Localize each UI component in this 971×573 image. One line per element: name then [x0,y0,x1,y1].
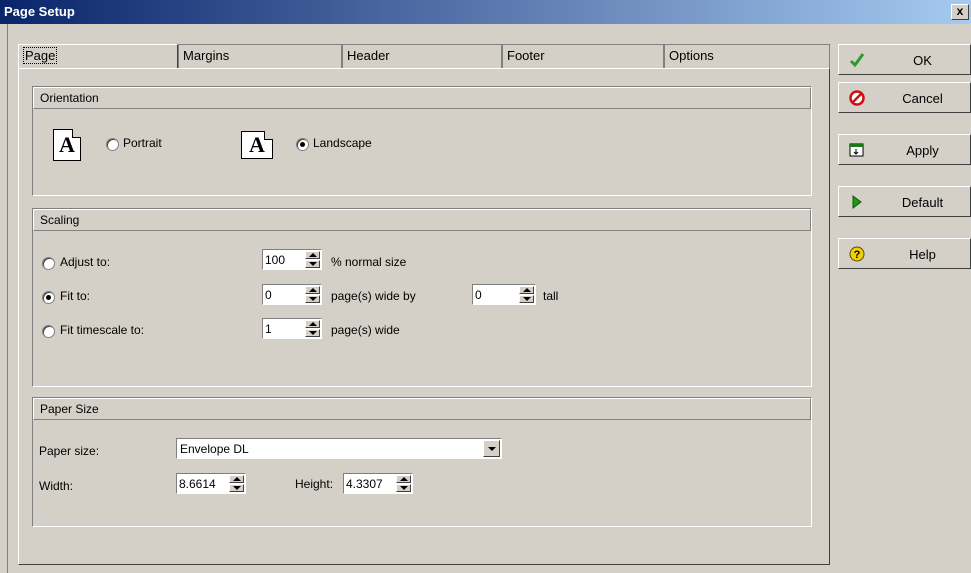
paper-size-label: Paper size: [39,444,100,458]
adjust-input[interactable] [265,252,301,267]
adjust-label: Adjust to: [60,255,111,269]
command-sidebar: OK Cancel Apply Default ? Help [838,44,971,573]
adjust-spinner[interactable] [262,249,322,270]
landscape-radio[interactable] [296,138,309,151]
tab-header[interactable]: Header [342,44,502,68]
left-frame [0,24,8,573]
ok-button[interactable]: OK [838,44,971,75]
paper-size-value: Envelope DL [180,442,249,456]
spin-up-icon[interactable] [396,475,411,483]
timescale-spinner[interactable] [262,318,322,339]
portrait-label: Portrait [123,136,162,150]
width-spinner[interactable] [176,473,246,494]
help-button[interactable]: ? Help [838,238,971,269]
width-input[interactable] [179,476,225,491]
portrait-page-icon: A [53,129,81,161]
adjust-radio[interactable] [42,257,55,270]
tab-label: Options [669,48,714,63]
timescale-input[interactable] [265,321,301,336]
fit-tall-input[interactable] [475,287,515,302]
spin-up-icon[interactable] [305,286,320,294]
fit-tall-spinner[interactable] [472,284,536,305]
close-button[interactable]: x [951,4,969,20]
fit-radio[interactable] [42,291,55,304]
no-entry-icon [849,90,865,106]
spin-up-icon[interactable] [519,286,534,294]
timescale-suffix: page(s) wide [331,323,400,337]
adjust-suffix: % normal size [331,255,407,269]
play-triangle-icon [849,194,865,210]
spin-down-icon[interactable] [305,295,320,303]
tab-footer[interactable]: Footer [502,44,664,68]
spin-up-icon[interactable] [229,475,244,483]
chevron-down-icon[interactable] [483,440,500,457]
timescale-label: Fit timescale to: [60,323,145,337]
tab-label: Footer [507,48,545,63]
landscape-page-icon: A [241,131,273,159]
tab-label: Margins [183,48,230,63]
width-label: Width: [39,479,74,493]
landscape-icon-glyph: A [249,132,265,157]
fit-tall-spin-buttons [519,286,534,303]
tab-label: Page [23,47,58,64]
height-input[interactable] [346,476,392,491]
width-spin-buttons [229,475,244,492]
cancel-button[interactable]: Cancel [838,82,971,113]
apply-label: Apply [906,143,939,158]
spin-up-icon[interactable] [305,251,320,259]
tab-options[interactable]: Options [664,44,830,68]
help-label: Help [909,247,936,262]
spin-up-icon[interactable] [305,320,320,328]
spin-down-icon[interactable] [305,260,320,268]
checkmark-icon [849,52,865,68]
portrait-radio[interactable] [106,138,119,151]
height-label: Height: [295,477,334,491]
question-icon: ? [849,246,865,262]
scaling-group: Scaling Adjust to: % normal size Fit to: [32,208,812,387]
landscape-label: Landscape [313,136,372,150]
timescale-spin-buttons [305,320,320,337]
tab-label: Header [347,48,390,63]
tab-strip: Page Margins Header Footer Options [18,44,830,68]
default-label: Default [901,195,944,210]
title-bar: Page Setup x [0,0,971,24]
page-setup-dialog: Page Setup x Page Margins Header Footer … [0,0,971,573]
window-title: Page Setup [4,4,75,19]
bottom-frame [8,565,838,573]
spin-down-icon[interactable] [305,329,320,337]
fit-label: Fit to: [60,289,91,303]
orientation-group: Orientation A Portrait A Landscape [32,86,812,196]
page-fold [264,131,273,140]
fit-wide-spin-buttons [305,286,320,303]
spin-down-icon[interactable] [396,484,411,492]
fit-wide-spinner[interactable] [262,284,322,305]
apply-icon [849,142,865,158]
height-spin-buttons [396,475,411,492]
orientation-header: Orientation [33,87,811,109]
spin-down-icon[interactable] [229,484,244,492]
svg-text:?: ? [854,249,861,261]
page-fold [72,129,81,138]
apply-button[interactable]: Apply [838,134,971,165]
default-button[interactable]: Default [838,186,971,217]
fit-wide-input[interactable] [265,287,301,302]
paper-size-select[interactable]: Envelope DL [176,438,502,459]
tab-margins[interactable]: Margins [178,44,342,68]
fit-tall-suffix: tall [543,289,559,303]
scaling-header: Scaling [33,209,811,231]
timescale-radio[interactable] [42,325,55,338]
ok-label: OK [913,53,932,68]
tab-page[interactable]: Page [18,44,178,68]
tab-content-page: Orientation A Portrait A Landscape Scali… [18,68,830,565]
height-spinner[interactable] [343,473,413,494]
fit-wide-suffix: page(s) wide by [331,289,416,303]
paper-size-group: Paper Size Paper size: Envelope DL Width… [32,397,812,527]
adjust-spin-buttons [305,251,320,268]
cancel-label: Cancel [902,91,943,106]
spin-down-icon[interactable] [519,295,534,303]
paper-size-header: Paper Size [33,398,811,420]
